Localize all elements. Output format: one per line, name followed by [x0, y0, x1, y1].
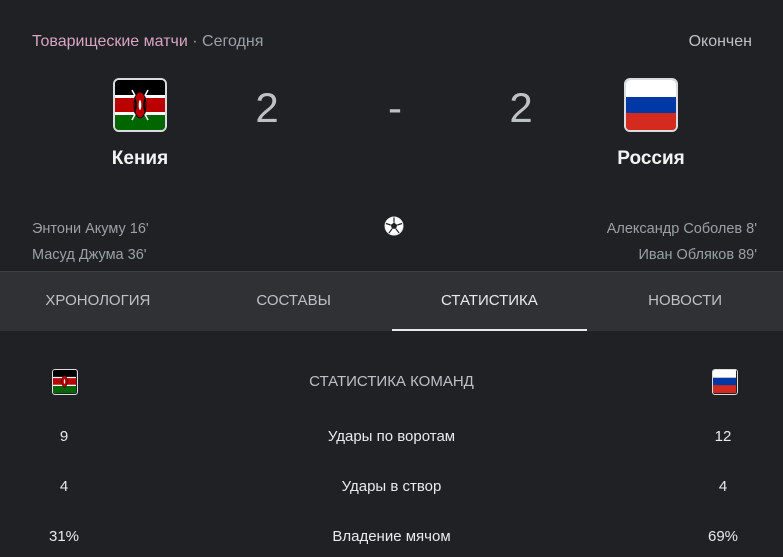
- meta-separator: ·: [192, 33, 198, 50]
- tab-statistics[interactable]: СТАТИСТИКА: [391, 272, 588, 331]
- home-scorer: Масуд Джума 36': [32, 247, 147, 263]
- tab-timeline[interactable]: ХРОНОЛОГИЯ: [0, 272, 196, 331]
- match-header: Товарищеские матчи · Сегодня Окончен Кен…: [0, 0, 783, 271]
- stats-title: СТАТИСТИКА КОМАНД: [309, 373, 474, 390]
- tab-lineups[interactable]: СОСТАВЫ: [196, 272, 392, 331]
- russia-flag-icon: [624, 78, 678, 132]
- kenya-flag-icon: [113, 78, 167, 132]
- stat-label: Удары по воротам: [327, 428, 456, 445]
- match-tabs: ХРОНОЛОГИЯ СОСТАВЫ СТАТИСТИКА НОВОСТИ: [0, 271, 783, 331]
- stat-label: Удары в створ: [341, 478, 442, 495]
- match-meta: Товарищеские матчи · Сегодня: [32, 33, 263, 51]
- home-team[interactable]: Кения: [80, 78, 200, 170]
- match-day: Сегодня: [202, 33, 264, 50]
- home-team-name: Кения: [111, 148, 169, 169]
- stat-away-value: 69%: [707, 528, 739, 545]
- away-scorers: Александр Соболев 8' Иван Обляков 89': [607, 216, 757, 268]
- stat-row-shots-on-target: 4 Удары в створ 4: [0, 478, 783, 502]
- tab-news[interactable]: НОВОСТИ: [587, 272, 783, 331]
- stats-header: СТАТИСТИКА КОМАНД: [0, 369, 783, 395]
- away-team-name: Россия: [617, 148, 685, 169]
- russia-flag-icon: [712, 369, 738, 395]
- score-dash: -: [388, 84, 402, 131]
- away-scorer: Иван Обляков 89': [638, 247, 757, 263]
- soccer-ball-icon: [384, 216, 404, 236]
- match-status: Окончен: [688, 33, 752, 50]
- team-stats-panel: СТАТИСТИКА КОМАНД 9 Удары по воротам 12 …: [0, 331, 783, 557]
- away-score: 2: [509, 84, 533, 131]
- away-scorer: Александр Соболев 8': [606, 221, 757, 237]
- home-score: 2: [255, 84, 279, 131]
- stat-row-possession: 31% Владение мячом 69%: [0, 528, 783, 552]
- stat-away-value: 4: [718, 478, 728, 495]
- home-scorers: Энтони Акуму 16' Масуд Джума 36': [32, 216, 149, 268]
- league-link[interactable]: Товарищеские матчи: [32, 33, 188, 50]
- stat-row-shots: 9 Удары по воротам 12: [0, 428, 783, 452]
- stat-label: Владение мячом: [332, 528, 451, 545]
- home-scorer: Энтони Акуму 16': [32, 221, 149, 237]
- stat-away-value: 12: [714, 428, 732, 445]
- away-team[interactable]: Россия: [591, 78, 711, 170]
